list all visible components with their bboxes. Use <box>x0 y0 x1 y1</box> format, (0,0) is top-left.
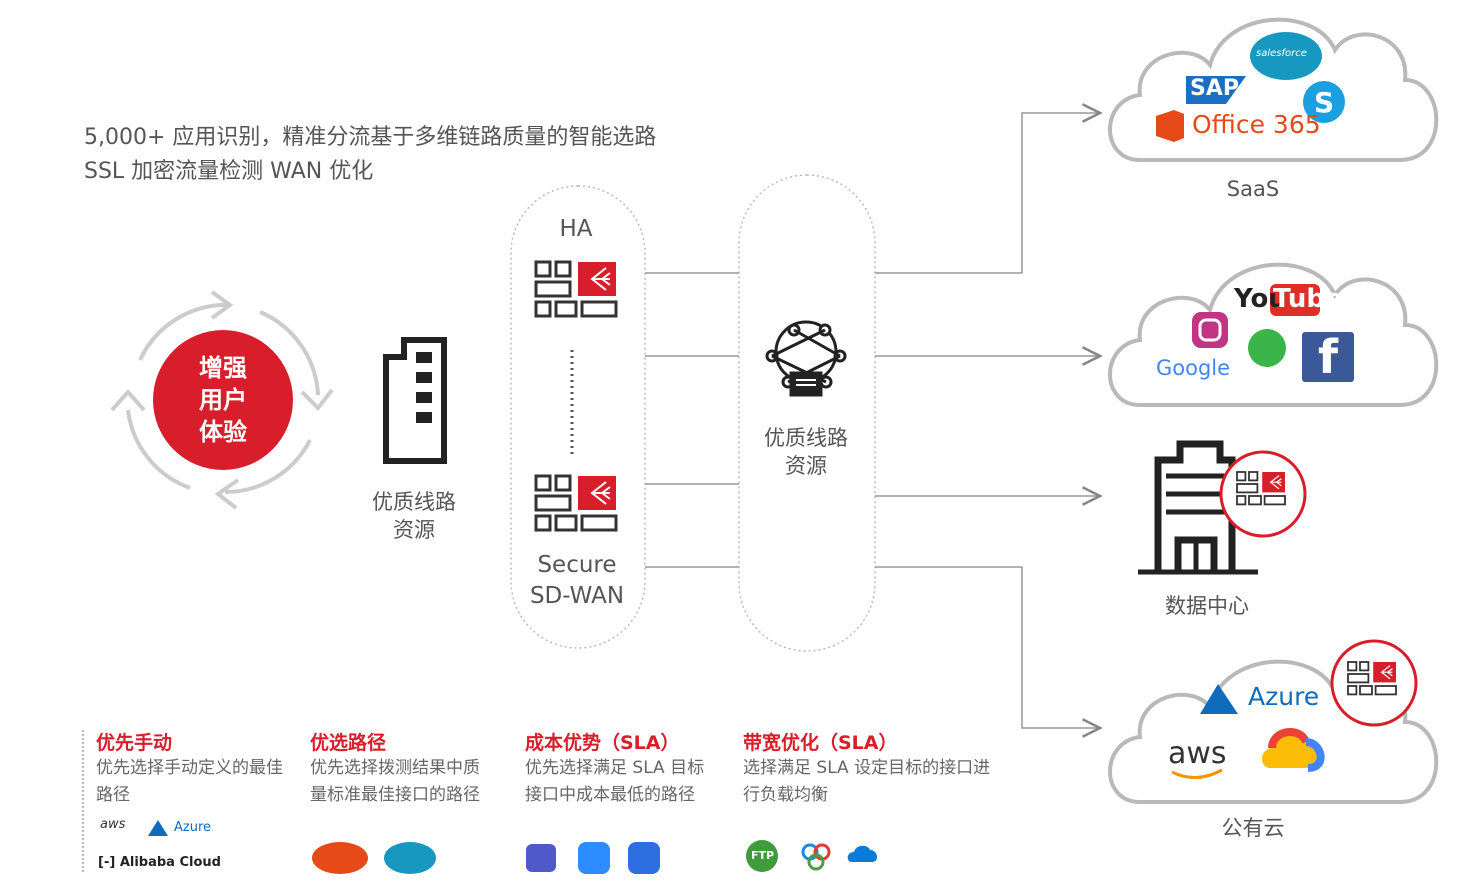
features-divider <box>82 730 84 872</box>
instagram-icon <box>1192 312 1228 348</box>
azure-logo-text: Azure <box>1248 682 1320 711</box>
resource-capsule <box>738 174 876 652</box>
cloud-fortigate-badge <box>1330 639 1418 727</box>
public-cloud-label: 公有云 <box>1221 816 1285 840</box>
sdwan-device-icon-bottom <box>534 474 618 532</box>
feature-manual-title: 优先手动 <box>96 732 173 754</box>
teams-mini-logo <box>526 844 556 872</box>
feature-cost: 成本优势（SLA） 优先选择满足 SLA 目标接口中成本最低的路径 <box>525 728 711 809</box>
zoom-mini-logo <box>578 842 610 874</box>
connectors <box>645 113 1100 728</box>
youtube-tube-text: Tube <box>1273 284 1343 314</box>
office-logo <box>1156 110 1184 142</box>
sharing-mini-logo <box>801 843 831 871</box>
aws-logo-text: aws <box>1168 736 1227 771</box>
feature-best-path-title: 优选路径 <box>310 732 387 754</box>
saas-label: SaaS <box>1226 177 1280 201</box>
core-label: 增强 用户 体验 <box>158 352 288 448</box>
ftp-mini-text: FTP <box>751 849 775 862</box>
left-resource-label-line-1: 优质线路 <box>372 490 456 514</box>
feature-alibaba-mini-text: [-] Alibaba Cloud <box>98 855 221 870</box>
core-label-line-3: 体验 <box>199 418 247 446</box>
cycle-arrowhead-bottom <box>214 478 240 510</box>
headline-line-2: SSL 加密流量检测 WAN 优化 <box>84 159 374 184</box>
middle-resource-label-line-2: 资源 <box>785 454 827 478</box>
feature-aws-mini-text: aws <box>100 817 126 832</box>
feature-cost-desc: 优先选择满足 SLA 目标接口中成本最低的路径 <box>525 758 705 805</box>
feature-manual-desc: 优先选择手动定义的最佳路径 <box>96 758 283 805</box>
salesforce-mini-logo <box>384 842 436 874</box>
middle-resource-label-line-1: 优质线路 <box>764 426 848 450</box>
feature-azure-mini-text: Azure <box>174 820 212 835</box>
left-resource-label: 优质线路 资源 <box>360 488 468 544</box>
office365-mini-logo <box>312 842 368 874</box>
resource-building-icon <box>383 337 447 464</box>
middle-resource-label: 优质线路 资源 <box>752 424 860 480</box>
sdwan-label-line-2: SD-WAN <box>529 583 625 609</box>
feature-azure-mini-logo <box>148 820 168 836</box>
green-app-icon <box>1248 329 1286 367</box>
datacenter-fortigate-badge <box>1219 450 1307 538</box>
cycle-arrowhead-left <box>110 388 146 412</box>
salesforce-logo-text: salesforce <box>1256 48 1307 59</box>
feature-bandwidth-title: 带宽优化（SLA） <box>743 732 898 754</box>
headline: 5,000+ 应用识别，精准分流基于多维链路质量的智能选路 SSL 加密流量检测… <box>84 121 656 189</box>
left-resource-label-line-2: 资源 <box>393 518 435 542</box>
alibaba-bracket-icon: [-] <box>98 855 116 870</box>
office-logo-text: Office 365 <box>1192 110 1321 139</box>
webex-mini-logo <box>628 842 660 874</box>
datacenter-label: 数据中心 <box>1165 594 1249 618</box>
sdwan-device-icon-top <box>534 260 618 318</box>
sap-logo-text: SAP <box>1190 76 1239 101</box>
feature-best-path: 优选路径 优先选择拨测结果中质量标准最佳接口的路径 <box>310 728 496 809</box>
feature-manual: 优先手动 优先选择手动定义的最佳路径 <box>96 728 286 809</box>
feature-alibaba-mini-label: Alibaba Cloud <box>119 855 221 870</box>
feature-cost-title: 成本优势（SLA） <box>525 732 680 754</box>
feature-bandwidth: 带宽优化（SLA） 选择满足 SLA 设定目标的接口进行负载均衡 <box>743 728 993 809</box>
feature-best-path-desc: 优先选择拨测结果中质量标准最佳接口的路径 <box>310 758 480 805</box>
core-label-line-2: 用户 <box>199 386 247 414</box>
google-logo-text: Google <box>1156 356 1231 380</box>
ha-label: HA <box>559 216 593 242</box>
feature-bandwidth-desc: 选择满足 SLA 设定目标的接口进行负载均衡 <box>743 758 991 805</box>
core-label-line-1: 增强 <box>199 354 247 382</box>
headline-line-1: 5,000+ 应用识别，精准分流基于多维链路质量的智能选路 <box>84 125 657 150</box>
facebook-logo-text: f <box>1318 330 1339 384</box>
onedrive-mini-logo <box>847 845 878 862</box>
network-globe-icon <box>765 320 847 397</box>
sdwan-label-line-1: Secure <box>537 552 617 578</box>
sdwan-label: Secure SD-WAN <box>512 550 642 612</box>
